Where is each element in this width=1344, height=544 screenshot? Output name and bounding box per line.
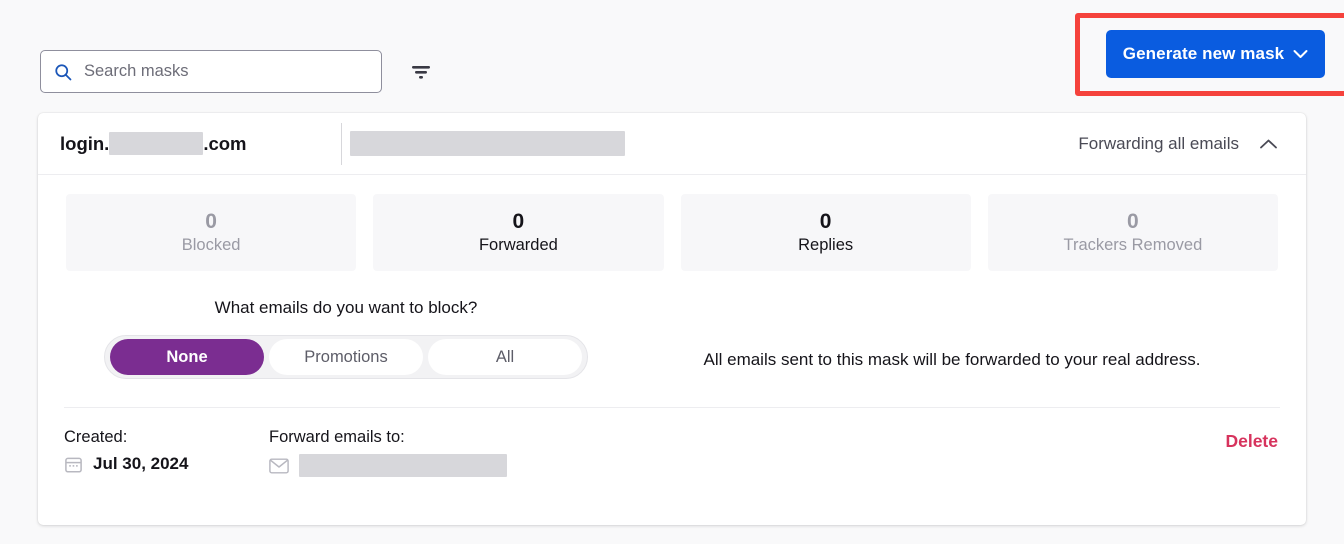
block-level-description: All emails sent to this mask will be for…	[626, 298, 1278, 379]
block-level-description-text: All emails sent to this mask will be for…	[703, 350, 1201, 369]
filter-icon	[412, 66, 430, 79]
filter-button[interactable]	[404, 57, 438, 87]
forward-meta: Forward emails to:	[269, 428, 507, 477]
stat-trackers-removed-label: Trackers Removed	[1063, 235, 1203, 254]
block-level-question: What emails do you want to block?	[214, 298, 478, 317]
mask-label-redacted	[109, 132, 204, 155]
stat-forwarded: 0 Forwarded	[373, 194, 664, 271]
search-icon	[55, 63, 72, 80]
stat-blocked-label: Blocked	[181, 235, 241, 254]
masks-toolbar: Generate new mask	[0, 0, 1344, 112]
search-input[interactable]	[84, 62, 369, 81]
forward-email-redacted	[299, 454, 507, 477]
generate-new-mask-area: Generate new mask	[1075, 13, 1344, 96]
mask-card: login. .com Forwarding all emails 0 Bloc…	[38, 113, 1306, 525]
stat-trackers-removed-value: 0	[1127, 209, 1139, 233]
mask-status-label: Forwarding all emails	[1078, 133, 1239, 153]
stat-replies-value: 0	[819, 209, 832, 233]
mask-label-prefix: login.	[60, 132, 110, 154]
created-value-row: Jul 30, 2024	[64, 454, 269, 474]
chevron-down-icon	[1293, 50, 1308, 58]
stat-forwarded-label: Forwarded	[478, 235, 558, 254]
search-masks-box[interactable]	[40, 50, 382, 93]
stat-replies-label: Replies	[798, 235, 854, 254]
created-meta: Created: Jul 30, 2024	[64, 428, 269, 474]
created-date: Jul 30, 2024	[93, 454, 189, 473]
block-option-none[interactable]: None	[110, 339, 264, 375]
envelope-icon	[269, 457, 289, 474]
mask-card-header[interactable]: login. .com Forwarding all emails	[38, 113, 1306, 175]
mask-card-footer: Created: Jul 30, 2024 Forward emails to:	[38, 408, 1306, 477]
chevron-up-icon	[1260, 139, 1277, 148]
generate-new-mask-label: Generate new mask	[1122, 44, 1285, 63]
stat-blocked-value: 0	[205, 209, 217, 233]
forward-title: Forward emails to:	[269, 428, 405, 446]
mask-address-redacted	[349, 131, 625, 156]
calendar-icon	[65, 457, 82, 472]
block-controls: What emails do you want to block? None P…	[38, 271, 1306, 379]
mask-status-toggle[interactable]: Forwarding all emails	[1078, 134, 1278, 154]
stat-trackers-removed: 0 Trackers Removed	[987, 194, 1278, 271]
header-separator	[340, 122, 342, 165]
stat-forwarded-value: 0	[512, 209, 525, 233]
mask-stats-row: 0 Blocked 0 Forwarded 0 Replies 0 Tracke…	[38, 175, 1306, 271]
block-level-segmented-control[interactable]: None Promotions All	[104, 335, 588, 379]
generate-new-mask-button[interactable]: Generate new mask	[1106, 30, 1325, 78]
mask-domain-label: login. .com	[60, 132, 247, 155]
mask-label-suffix: .com	[203, 132, 247, 154]
relay-masks-page: Generate new mask login. .com Forwarding…	[0, 0, 1344, 544]
created-title: Created:	[64, 428, 128, 446]
delete-mask-button[interactable]: Delete	[1225, 428, 1278, 452]
block-option-promotions[interactable]: Promotions	[269, 339, 423, 375]
stat-blocked: 0 Blocked	[66, 194, 357, 271]
stat-replies: 0 Replies	[680, 194, 971, 271]
forward-value-row	[269, 454, 507, 477]
block-option-all[interactable]: All	[428, 339, 582, 375]
block-level-control: What emails do you want to block? None P…	[66, 298, 626, 379]
